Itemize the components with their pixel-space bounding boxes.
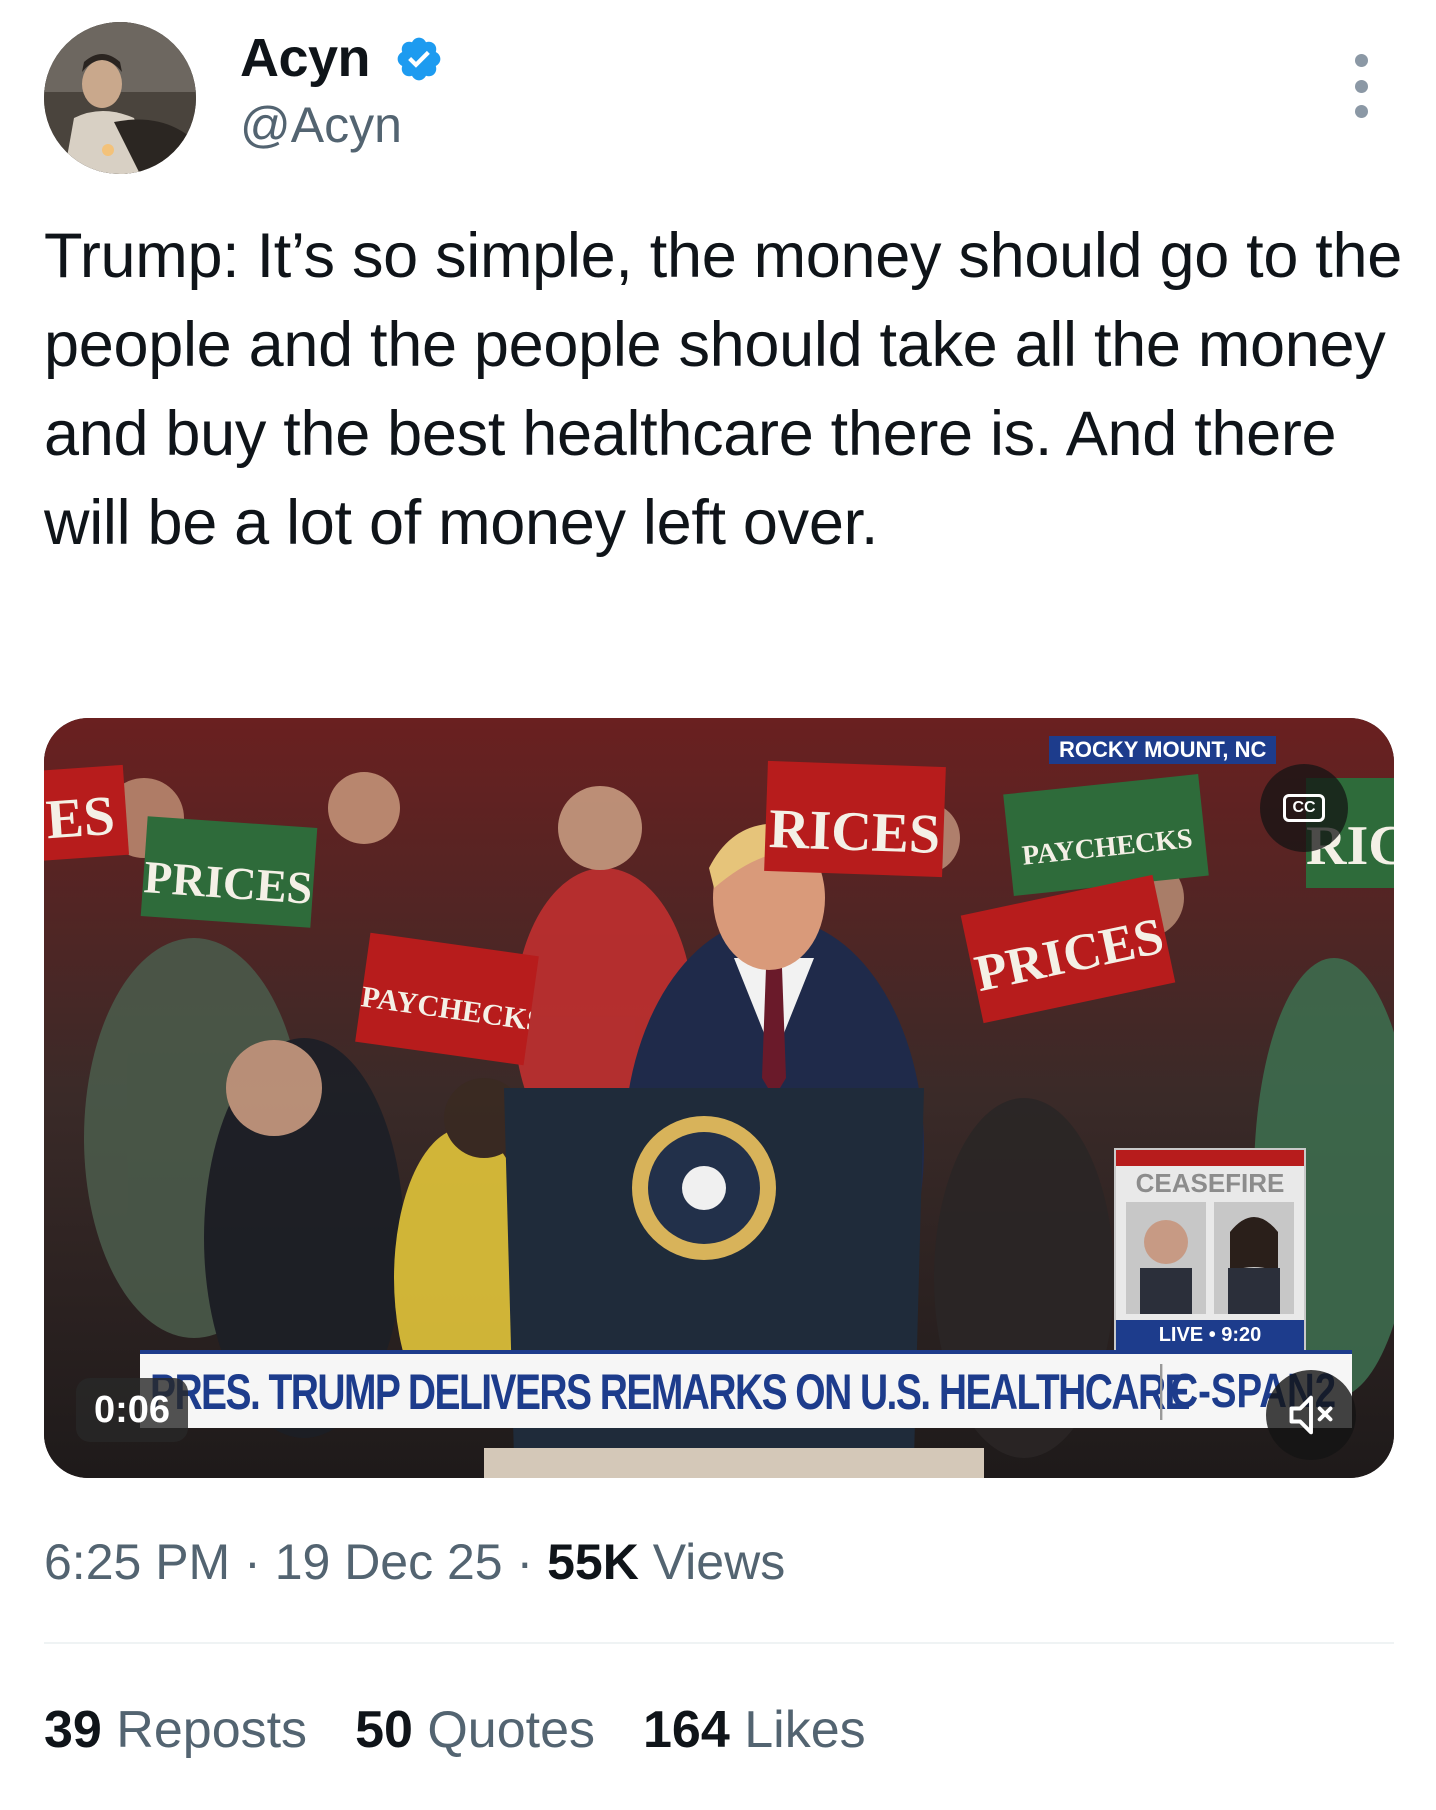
author-display-name[interactable]: Acyn — [240, 28, 371, 88]
tweet-text: Trump: It’s so simple, the money should … — [44, 221, 1402, 558]
verified-badge-icon — [397, 37, 441, 81]
sign-lower-prices-center: RICES — [764, 760, 946, 878]
quotes-label: Quotes — [427, 1701, 596, 1759]
sign-text: PRICES — [142, 851, 315, 914]
chyron-text: PRES. TRUMP DELIVERS REMARKS ON U.S. HEA… — [150, 1364, 1191, 1420]
views-count: 55K — [547, 1534, 639, 1590]
inset-header-bar — [1116, 1150, 1304, 1166]
closed-captions-button[interactable]: CC — [1260, 764, 1348, 852]
sign-bigger-paychecks: PAYCHECKS — [1003, 774, 1209, 896]
more-dot — [1354, 54, 1368, 67]
video-player[interactable]: ES PRICES PAYCHECKS RICES PAYCHECKS PRIC… — [44, 718, 1394, 1478]
likes-label: Likes — [744, 1701, 866, 1759]
author-handle[interactable]: @Acyn — [240, 96, 402, 154]
mute-button[interactable] — [1266, 1370, 1356, 1460]
avatar-image — [44, 22, 196, 174]
location-bug: ROCKY MOUNT, NC — [1049, 736, 1277, 764]
sign-text: ES — [44, 784, 117, 852]
tweet-date[interactable]: 19 Dec 25 — [275, 1534, 503, 1590]
sign-text: RICES — [767, 798, 942, 866]
video-duration-badge: 0:06 — [76, 1378, 189, 1442]
engagement-stats: 39 Reposts 50 Quotes 164 Likes — [44, 1700, 914, 1760]
tweet-time[interactable]: 6:25 PM — [44, 1534, 230, 1590]
reposts-stat[interactable]: 39 Reposts — [44, 1700, 307, 1760]
speaker-muted-icon — [1289, 1395, 1333, 1435]
more-dot — [1354, 105, 1368, 118]
more-options-icon[interactable] — [1348, 54, 1374, 118]
quotes-count: 50 — [355, 1701, 413, 1759]
quotes-stat[interactable]: 50 Quotes — [355, 1700, 595, 1760]
likes-stat[interactable]: 164 Likes — [643, 1700, 866, 1760]
reposts-label: Reposts — [116, 1701, 308, 1759]
closed-captions-icon: CC — [1283, 794, 1325, 822]
sign-text: PRICES — [970, 907, 1169, 1004]
sign-text: PAYCHECKS — [1020, 823, 1195, 872]
divider — [44, 1642, 1394, 1644]
inset-title: CEASEFIRE — [1135, 1168, 1285, 1198]
news-inset-panel: CEASEFIRE LIVE • 9:20 — [1114, 1148, 1306, 1352]
sign-lower-prices-green: PRICES — [140, 816, 318, 928]
meta-separator: · — [516, 1534, 534, 1590]
sign-paychecks-left: PAYCHECKS — [355, 932, 539, 1066]
sign-lower-prices-left: ES — [44, 764, 130, 862]
views-label: Views — [652, 1534, 786, 1590]
news-chyron: PRES. TRUMP DELIVERS REMARKS ON U.S. HEA… — [140, 1350, 1352, 1428]
avatar[interactable] — [44, 22, 196, 174]
inset-portraits — [1126, 1202, 1294, 1314]
sign-text: PAYCHECKS — [359, 980, 539, 1039]
inset-live-label: LIVE • 9:20 — [1116, 1320, 1304, 1350]
meta-separator: · — [244, 1534, 261, 1590]
more-dot — [1354, 79, 1368, 93]
tweet-metadata: 6:25 PM · 19 Dec 25 · 55K Views — [44, 1532, 785, 1592]
likes-count: 164 — [643, 1701, 730, 1759]
reposts-count: 39 — [44, 1701, 102, 1759]
